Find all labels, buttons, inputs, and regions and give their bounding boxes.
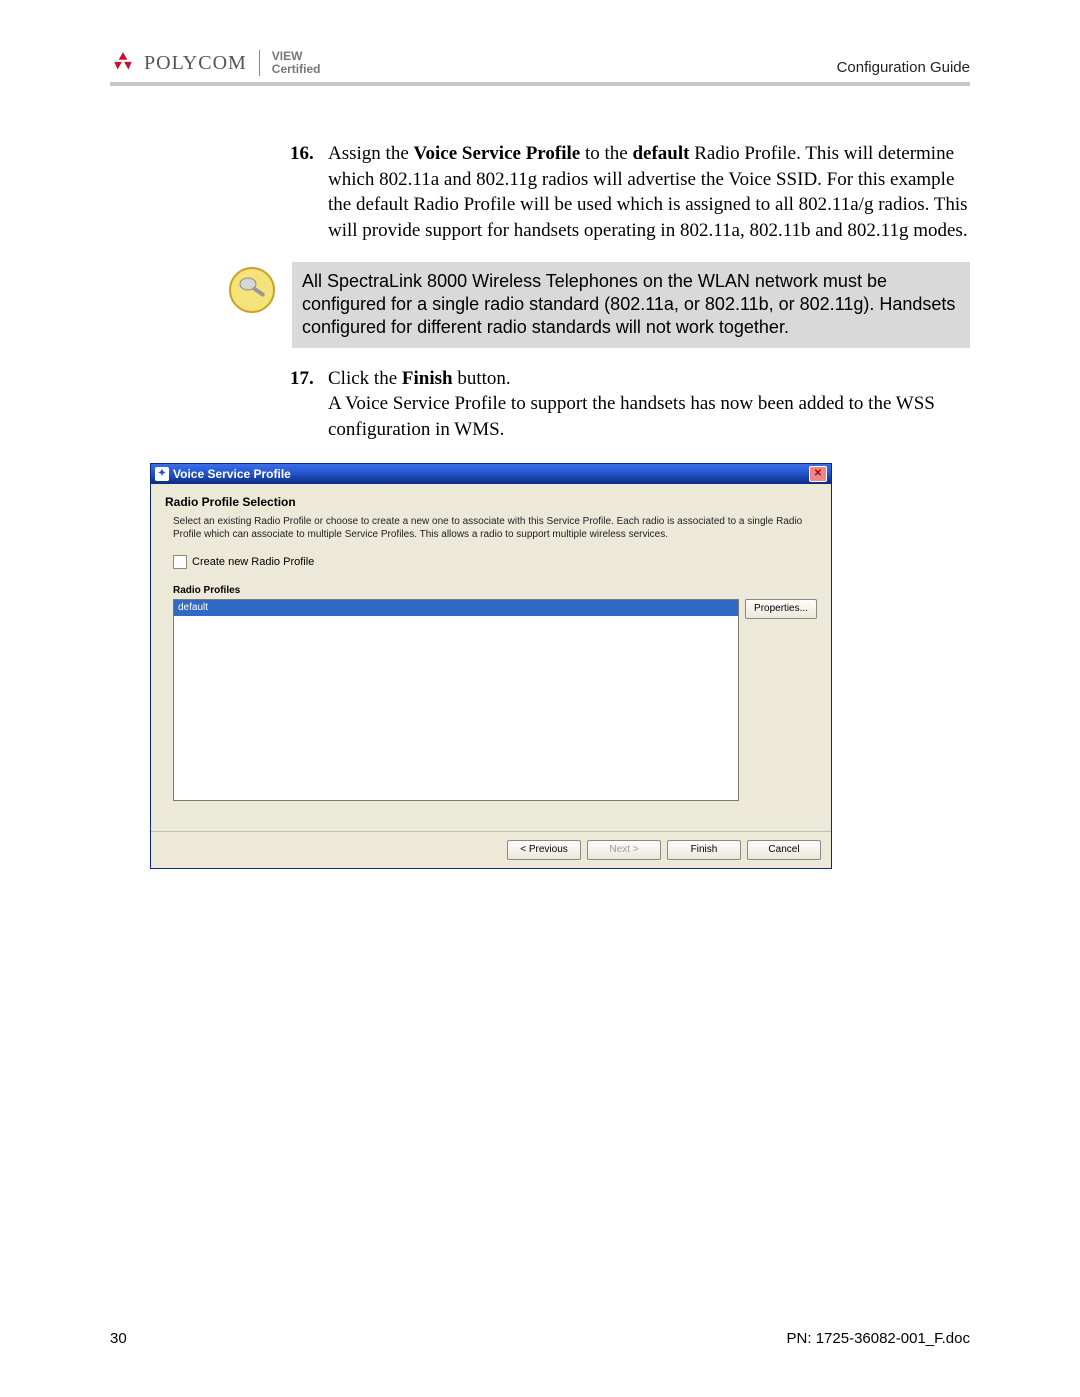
step-17: 17. Click the Finish button. A Voice Ser… bbox=[290, 366, 970, 443]
brand-name: POLYCOM bbox=[144, 52, 247, 75]
dialog-title: Voice Service Profile bbox=[173, 466, 291, 482]
polycom-logo-icon bbox=[110, 50, 136, 76]
note-callout: All SpectraLink 8000 Wireless Telephones… bbox=[228, 262, 970, 348]
brand-block: POLYCOM VIEW Certified bbox=[110, 50, 320, 76]
page-number: 30 bbox=[110, 1330, 127, 1347]
radio-profiles-label: Radio Profiles bbox=[173, 584, 817, 598]
cancel-button[interactable]: Cancel bbox=[747, 840, 821, 860]
dialog-titlebar[interactable]: ✦ Voice Service Profile ✕ bbox=[151, 464, 831, 484]
window-app-icon: ✦ bbox=[155, 467, 169, 481]
finish-button[interactable]: Finish bbox=[667, 840, 741, 860]
create-new-radio-checkbox[interactable]: Create new Radio Profile bbox=[173, 555, 817, 570]
page-footer: 30 PN: 1725-36082-001_F.doc bbox=[110, 1330, 970, 1347]
page-header: POLYCOM VIEW Certified Configuration Gui… bbox=[110, 50, 970, 86]
previous-button[interactable]: < Previous bbox=[507, 840, 581, 860]
content-body: 16. Assign the Voice Service Profile to … bbox=[110, 141, 970, 869]
part-number: PN: 1725-36082-001_F.doc bbox=[787, 1330, 970, 1347]
note-text: All SpectraLink 8000 Wireless Telephones… bbox=[292, 262, 970, 348]
radio-profiles-listbox[interactable]: default bbox=[173, 599, 739, 801]
pushpin-icon bbox=[228, 266, 276, 314]
brand-divider bbox=[259, 50, 260, 76]
checkbox-icon[interactable] bbox=[173, 555, 187, 569]
next-button: Next > bbox=[587, 840, 661, 860]
dialog-window: ✦ Voice Service Profile ✕ Radio Profile … bbox=[150, 463, 832, 869]
step-16: 16. Assign the Voice Service Profile to … bbox=[290, 141, 970, 244]
dialog-heading: Radio Profile Selection bbox=[165, 494, 817, 510]
brand-tagline: VIEW Certified bbox=[272, 50, 321, 75]
properties-button[interactable]: Properties... bbox=[745, 599, 817, 619]
dialog-description: Select an existing Radio Profile or choo… bbox=[173, 516, 817, 541]
list-item[interactable]: default bbox=[174, 600, 738, 616]
dialog-footer: < Previous Next > Finish Cancel bbox=[151, 831, 831, 868]
doc-title: Configuration Guide bbox=[837, 59, 970, 76]
close-icon[interactable]: ✕ bbox=[809, 466, 827, 482]
